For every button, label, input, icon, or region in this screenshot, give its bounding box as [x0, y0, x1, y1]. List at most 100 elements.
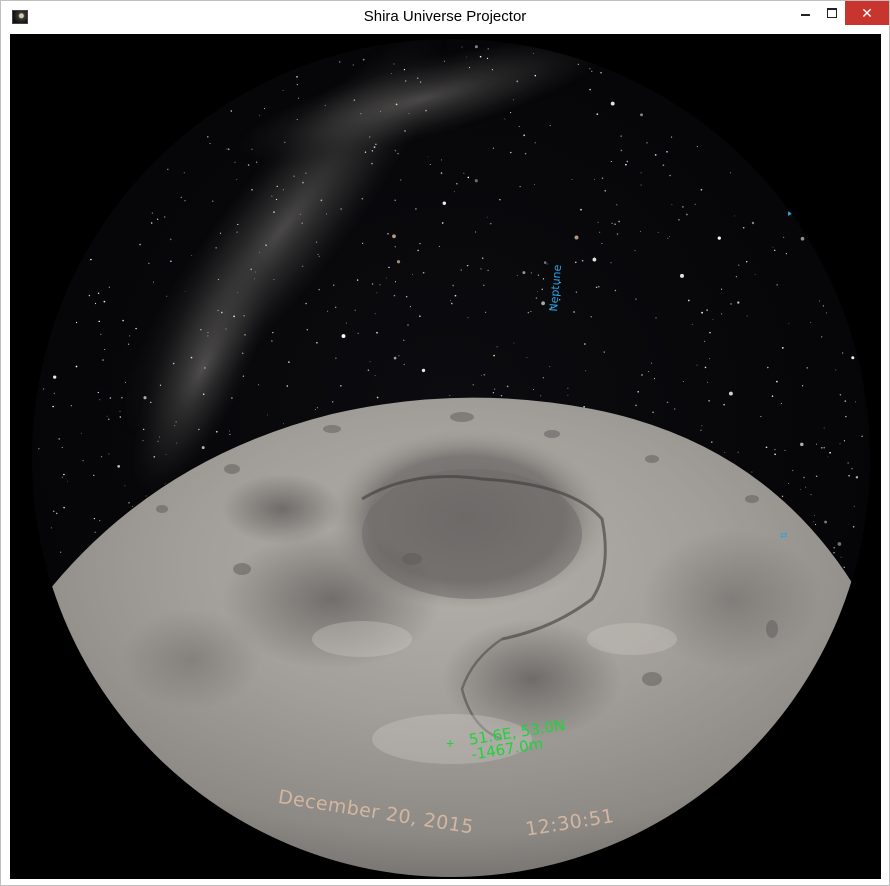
minimize-button[interactable]: [791, 1, 819, 25]
title-bar[interactable]: Shira Universe Projector ✕: [1, 1, 889, 33]
star: [647, 371, 649, 373]
star: [640, 230, 641, 232]
star: [361, 197, 364, 200]
star: [510, 151, 512, 154]
star: [800, 236, 805, 241]
star: [691, 323, 693, 325]
star: [475, 231, 477, 233]
star: [751, 471, 753, 473]
star: [829, 451, 831, 454]
star: [302, 181, 304, 184]
star: [662, 164, 665, 167]
star: [393, 294, 396, 297]
star: [678, 219, 680, 221]
star: [317, 253, 319, 256]
star: [707, 381, 709, 383]
star: [301, 222, 303, 224]
star: [97, 292, 100, 295]
star: [379, 284, 381, 286]
star: [712, 319, 714, 321]
star: [362, 242, 364, 244]
star: [467, 317, 469, 319]
star: [580, 208, 582, 211]
star: [813, 521, 815, 523]
star: [491, 69, 493, 71]
star: [463, 172, 465, 174]
star: [175, 421, 177, 423]
star: [765, 446, 768, 449]
star: [234, 161, 236, 163]
star: [250, 268, 252, 270]
star: [297, 97, 299, 99]
star: [499, 199, 501, 201]
maximize-button[interactable]: [819, 1, 845, 25]
star: [827, 456, 829, 458]
star: [271, 195, 273, 197]
star: [530, 272, 533, 274]
star: [374, 375, 376, 377]
star: [803, 476, 805, 479]
star: [122, 319, 124, 322]
star: [575, 261, 577, 264]
star: [620, 149, 623, 152]
star: [100, 333, 102, 335]
star: [242, 352, 244, 354]
star: [567, 394, 569, 396]
star: [523, 134, 526, 137]
star: [466, 56, 468, 58]
star: [703, 340, 706, 343]
star: [99, 399, 101, 401]
star: [102, 359, 104, 361]
sky-viewport[interactable]: Neptune ▸ ⇄ + 51.6E, 53.0N -1467.0m Dece…: [10, 34, 881, 879]
star: [540, 395, 542, 397]
star: [861, 435, 863, 438]
star: [603, 351, 605, 353]
star: [657, 231, 659, 233]
star: [440, 159, 442, 161]
star: [549, 125, 551, 127]
star: [98, 320, 100, 323]
star: [316, 341, 318, 344]
star: [542, 377, 544, 379]
star: [352, 64, 354, 66]
star: [119, 416, 122, 418]
star: [369, 361, 371, 363]
maximize-icon: [827, 8, 837, 18]
star: [479, 55, 482, 58]
star: [142, 428, 145, 431]
star: [236, 231, 238, 233]
star: [61, 446, 63, 449]
star: [371, 283, 374, 285]
star: [340, 385, 342, 387]
star: [700, 429, 702, 432]
star: [405, 80, 407, 82]
star: [217, 278, 220, 281]
star: [406, 296, 408, 298]
star: [242, 375, 245, 377]
star: [708, 399, 710, 402]
star: [680, 273, 684, 278]
fisheye-dome[interactable]: Neptune ▸ ⇄ + 51.6E, 53.0N -1467.0m Dece…: [32, 39, 870, 877]
star: [207, 332, 209, 334]
star: [164, 216, 166, 218]
close-button[interactable]: ✕: [845, 1, 889, 25]
star: [826, 312, 827, 314]
star: [198, 428, 200, 431]
star: [296, 119, 298, 121]
star: [143, 396, 147, 400]
star: [737, 451, 739, 453]
star: [805, 486, 807, 488]
star: [320, 199, 323, 202]
planet-label-edge-top-right: ▸: [788, 209, 793, 219]
star: [549, 366, 551, 368]
star: [534, 142, 536, 144]
star: [80, 432, 82, 434]
star: [686, 213, 688, 216]
star: [443, 60, 446, 62]
star: [526, 356, 528, 358]
star: [388, 266, 390, 269]
star: [450, 299, 452, 301]
star: [855, 476, 859, 479]
star: [573, 311, 575, 313]
star: [855, 401, 857, 403]
